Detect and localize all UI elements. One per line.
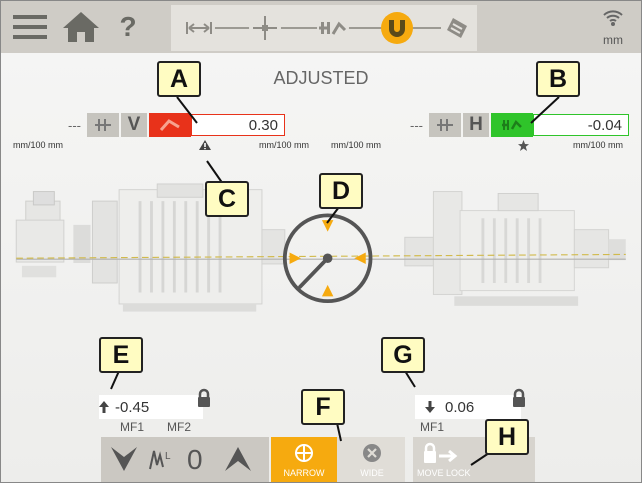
callout-d: D bbox=[319, 173, 363, 209]
callout-f: F bbox=[301, 389, 345, 425]
callout-h: H bbox=[485, 419, 529, 455]
callout-a: A bbox=[157, 61, 201, 97]
callout-e: E bbox=[99, 337, 143, 373]
callout-c: C bbox=[205, 181, 249, 217]
app-frame: ? mm ADJUSTED --- V 0.30 mm/100 mm mm/10… bbox=[0, 0, 642, 483]
callout-b: B bbox=[536, 61, 580, 97]
callout-g: G bbox=[381, 337, 425, 373]
